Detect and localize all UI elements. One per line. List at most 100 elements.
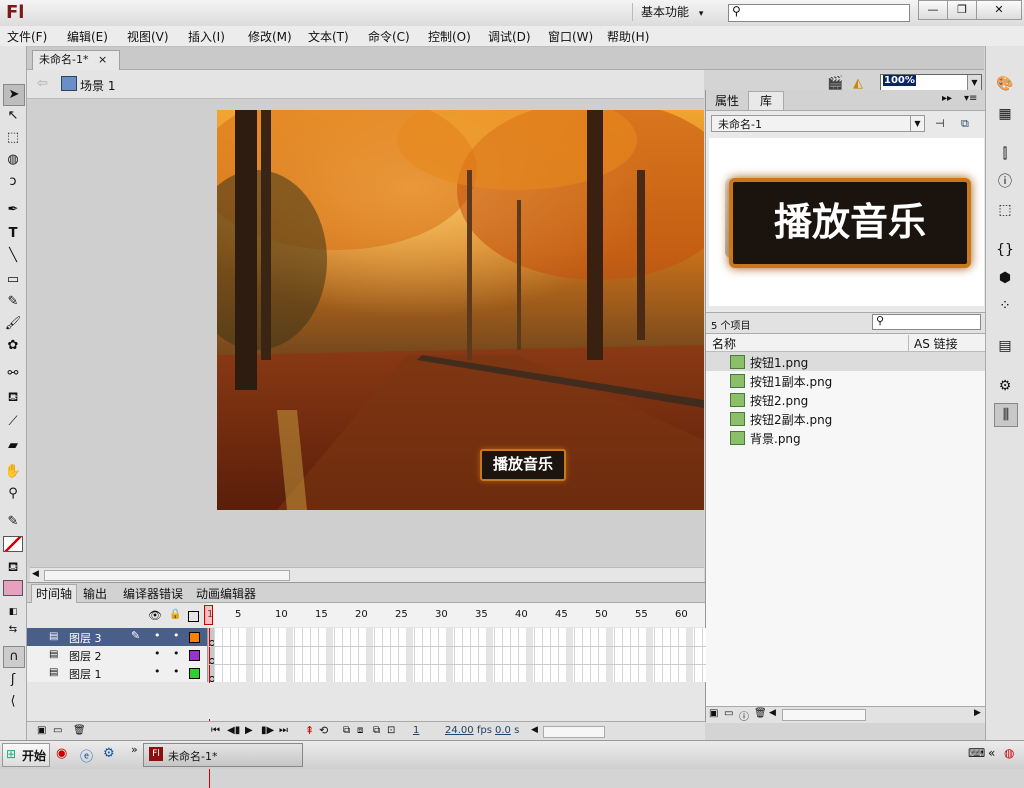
menu-insert[interactable]: 插入(I) (188, 28, 225, 45)
scroll-left-icon[interactable]: ◀ (769, 708, 776, 718)
menu-debug[interactable]: 调试(D) (488, 28, 531, 45)
fill-color-icon[interactable]: ⛾ (3, 558, 23, 578)
scroll-left-icon[interactable]: ◀ (531, 725, 538, 735)
play-music-button[interactable]: 播放音乐 (480, 449, 566, 481)
scroll-thumb[interactable] (44, 570, 290, 581)
component-inspector-icon[interactable]: ⚙ (994, 375, 1016, 397)
selection-tool-icon[interactable]: ➤ (3, 84, 25, 106)
scroll-left-icon[interactable]: ◀ (32, 569, 39, 579)
pen-tool-icon[interactable]: ✒ (3, 200, 23, 220)
menu-edit[interactable]: 编辑(E) (67, 28, 108, 45)
quicklaunch-more[interactable]: » (131, 743, 138, 756)
color-palette-icon[interactable]: 🎨 (994, 73, 1016, 95)
delete-layer-icon[interactable]: 🗑 (73, 725, 86, 736)
settings-icon[interactable]: ⚙ (103, 746, 115, 761)
list-item[interactable]: 按钮1副本.png (706, 371, 985, 390)
menu-commands[interactable]: 命令(C) (368, 28, 410, 45)
text-tool-icon[interactable]: T (3, 224, 23, 244)
align-icon[interactable]: ⫿ (994, 143, 1016, 165)
subselection-tool-icon[interactable]: ↖ (3, 106, 23, 126)
tab-library[interactable]: 库 (748, 91, 784, 110)
layer-name[interactable]: 图层 1 (69, 666, 102, 682)
bone-tool-icon[interactable]: ⚯ (3, 364, 23, 384)
pencil-tool-icon[interactable]: ✎ (3, 292, 23, 312)
collapse-panel-icon[interactable]: ▸▸ (942, 93, 952, 104)
tab-motion-editor[interactable]: 动画编辑器 (196, 585, 256, 602)
lock-dot[interactable]: • (173, 629, 180, 642)
components-icon[interactable]: ⬢ (994, 267, 1016, 289)
3d-rotation-tool-icon[interactable]: ◍ (3, 150, 23, 170)
free-transform-tool-icon[interactable]: ⬚ (3, 128, 23, 148)
deco-tool-icon[interactable]: ✿ (3, 336, 23, 356)
new-symbol-icon[interactable]: ▣ (709, 708, 718, 719)
visibility-dot[interactable]: • (154, 647, 161, 660)
edit-scene-icon[interactable]: 🎬 (827, 76, 843, 91)
visibility-dot[interactable]: • (154, 665, 161, 678)
list-item[interactable]: 按钮1.png (706, 352, 985, 371)
swatches-icon[interactable]: ▦ (994, 103, 1016, 125)
step-forward-icon[interactable]: ▮▶ (261, 725, 274, 736)
layer-name[interactable]: 图层 3 (69, 630, 102, 646)
browser-icon[interactable]: ⓔ (80, 746, 93, 765)
menu-view[interactable]: 视图(V) (127, 28, 169, 45)
default-colors-icon[interactable]: ◧ (3, 602, 23, 622)
new-folder-icon[interactable]: ▭ (53, 725, 62, 736)
column-name[interactable]: 名称 (712, 335, 736, 352)
motion-presets-icon[interactable]: ⁘ (994, 295, 1016, 317)
eye-icon[interactable]: 👁 (148, 609, 162, 622)
layer-row[interactable]: ▤ 图层 2 • • (27, 646, 207, 664)
taskbar-flash-window[interactable]: Fl 未命名-1* (143, 743, 303, 767)
new-library-panel-icon[interactable]: ⧉ (961, 117, 969, 131)
code-snippets-icon[interactable]: {} (994, 239, 1016, 261)
swap-colors-icon[interactable]: ⇆ (3, 620, 23, 640)
scene-name[interactable]: 场景 1 (80, 77, 115, 94)
loop-icon[interactable]: ⟲ (319, 724, 328, 737)
center-frame-icon[interactable]: ⇞ (305, 724, 314, 737)
delete-icon[interactable]: 🗑 (754, 708, 767, 719)
outline-icon[interactable] (188, 611, 199, 622)
keyboard-icon[interactable]: ⌨ (968, 746, 985, 760)
lock-dot[interactable]: • (173, 647, 180, 660)
tab-compiler-errors[interactable]: 编译器错误 (123, 585, 183, 602)
column-as-linkage[interactable]: AS 链接 (908, 335, 958, 352)
volume-icon[interactable]: ◍ (1004, 746, 1014, 760)
onion-outline-icon[interactable]: ⧈ (357, 725, 363, 736)
lock-icon[interactable]: 🔒 (169, 609, 181, 620)
stage[interactable]: 播放音乐 (217, 110, 704, 510)
media-player-icon[interactable]: ◉ (56, 746, 67, 761)
layer-name[interactable]: 图层 2 (69, 648, 102, 664)
scroll-right-icon[interactable]: ▶ (974, 708, 981, 718)
zoom-select[interactable]: 100% ▼ (880, 74, 982, 91)
fill-color-swatch[interactable] (3, 580, 23, 596)
smooth-icon[interactable]: ʃ (3, 670, 23, 690)
library-document-select[interactable]: 未命名-1 ▼ (711, 115, 925, 132)
step-back-icon[interactable]: ◀▮ (227, 725, 240, 736)
menu-text[interactable]: 文本(T) (308, 28, 349, 45)
layer-color-swatch[interactable] (189, 650, 200, 661)
menu-file[interactable]: 文件(F) (7, 28, 47, 45)
stage-horizontal-scrollbar[interactable]: ◀ (30, 567, 704, 582)
paint-bucket-tool-icon[interactable]: ⛾ (3, 388, 23, 408)
stroke-color-icon[interactable]: ✎ (3, 512, 23, 532)
list-item[interactable]: 按钮2副本.png (706, 409, 985, 428)
info-icon[interactable]: ⓘ (994, 171, 1016, 193)
minimize-button[interactable]: — (918, 0, 948, 20)
panel-menu-icon[interactable]: ▾≡ (964, 93, 977, 104)
onion-skin-icon[interactable]: ⧉ (343, 725, 350, 736)
edit-symbol-icon[interactable]: ◭ (853, 76, 863, 91)
back-arrow-icon[interactable]: ⇦ (37, 76, 48, 91)
properties-icon[interactable]: ⓘ (739, 708, 749, 723)
menu-window[interactable]: 窗口(W) (548, 28, 593, 45)
tab-output[interactable]: 输出 (83, 585, 107, 602)
new-folder-icon[interactable]: ▭ (724, 708, 733, 719)
timeline-scroll-thumb[interactable] (543, 726, 605, 738)
play-icon[interactable]: ▶ (245, 725, 253, 736)
frame-ruler[interactable]: 1 5 10 15 20 25 30 35 40 45 50 55 60 (204, 603, 705, 627)
visibility-dot[interactable]: • (154, 629, 161, 642)
scene-panel-icon[interactable]: ▤ (994, 335, 1016, 357)
document-tab[interactable]: 未命名-1* × (32, 50, 120, 70)
layer-color-swatch[interactable] (189, 668, 200, 679)
lasso-tool-icon[interactable]: ↄ (3, 172, 23, 192)
menu-control[interactable]: 控制(O) (428, 28, 471, 45)
tab-timeline[interactable]: 时间轴 (31, 584, 78, 603)
